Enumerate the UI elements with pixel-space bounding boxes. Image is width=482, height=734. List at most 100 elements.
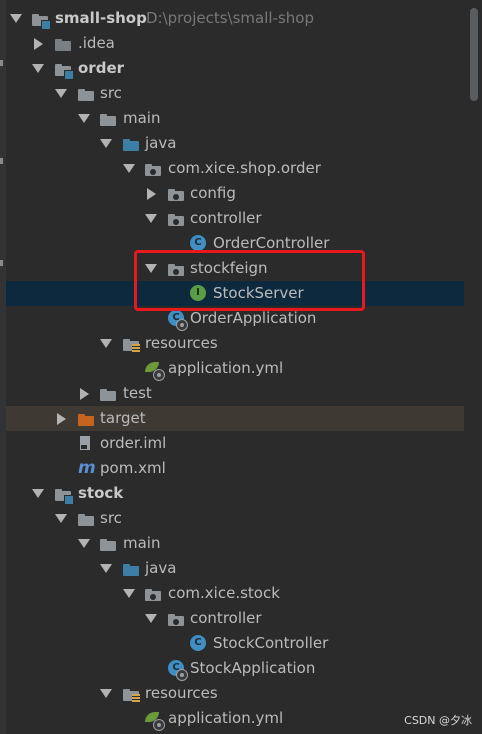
expand-arrow-icon[interactable]	[145, 206, 157, 231]
tree-item-label: src	[100, 509, 122, 527]
tree-item-label: main	[123, 109, 161, 127]
tree-item-label: application.yml	[168, 709, 284, 727]
resources-folder-icon	[123, 681, 141, 706]
tree-row-stock-module[interactable]: stock	[6, 481, 464, 506]
expand-arrow-icon[interactable]	[78, 106, 90, 131]
module-folder-icon	[55, 481, 74, 506]
tree-item-label: java	[145, 134, 177, 152]
expand-arrow-icon[interactable]	[123, 156, 135, 181]
tree-item-label: src	[100, 84, 122, 102]
tree-row-package-order[interactable]: com.xice.shop.order	[6, 156, 464, 181]
vertical-scrollbar[interactable]	[466, 0, 482, 734]
tree-row-resources[interactable]: resources	[6, 681, 464, 706]
folder-icon	[78, 506, 96, 531]
excluded-folder-icon	[78, 406, 96, 431]
tree-row-application-yml[interactable]: application.yml	[6, 706, 464, 731]
folder-icon	[100, 531, 118, 556]
maven-icon: m	[78, 458, 96, 478]
tree-item-label: order	[78, 59, 125, 77]
tree-item-label: StockApplication	[190, 659, 316, 677]
tree-item-label: config	[190, 184, 236, 202]
tree-row-test[interactable]: test	[6, 381, 464, 406]
watermark: CSDN @夕冰	[404, 714, 472, 727]
package-icon	[145, 156, 163, 181]
tree-row-src[interactable]: src	[6, 81, 464, 106]
tree-row-main[interactable]: main	[6, 106, 464, 131]
root-project-label: small-shop	[55, 9, 147, 27]
tree-item-label: pom.xml	[100, 459, 166, 477]
expand-arrow-icon[interactable]	[145, 606, 157, 631]
gutter-marker	[0, 158, 3, 164]
tree-item-label: .idea	[78, 34, 115, 52]
tree-item-label: resources	[145, 684, 218, 702]
iml-file-icon	[78, 431, 96, 456]
expand-arrow-icon[interactable]	[100, 556, 112, 581]
resources-folder-icon	[123, 331, 141, 356]
project-tree: small-shop D:\projects\small-shop .idea …	[6, 0, 464, 734]
expand-arrow-icon[interactable]	[100, 131, 112, 156]
tree-row-config[interactable]: config	[6, 181, 464, 206]
expand-arrow-icon[interactable]	[55, 81, 67, 106]
tree-row-main[interactable]: main	[6, 531, 464, 556]
spring-boot-class-icon: C	[168, 656, 188, 681]
tree-item-label: main	[123, 534, 161, 552]
tree-item-label: application.yml	[168, 359, 284, 377]
package-icon	[168, 181, 186, 206]
tree-item-label: StockController	[213, 634, 329, 652]
scrollbar-thumb[interactable]	[470, 8, 478, 101]
spring-config-icon	[145, 356, 165, 381]
gutter-marker	[0, 260, 3, 266]
tree-row-idea[interactable]: .idea	[6, 31, 464, 56]
collapse-arrow-icon[interactable]	[78, 381, 90, 406]
tree-row-pom-xml[interactable]: m pom.xml	[6, 456, 464, 481]
tree-row-java[interactable]: java	[6, 131, 464, 156]
package-icon	[168, 606, 186, 631]
highlight-box	[134, 250, 365, 311]
tree-row-controller[interactable]: controller	[6, 206, 464, 231]
tree-row-controller[interactable]: controller	[6, 606, 464, 631]
module-folder-icon	[32, 6, 51, 31]
expand-arrow-icon[interactable]	[78, 531, 90, 556]
expand-arrow-icon[interactable]	[123, 581, 135, 606]
tree-item-label: java	[145, 559, 177, 577]
gutter-marker	[0, 60, 3, 66]
expand-arrow-icon[interactable]	[32, 56, 44, 81]
collapse-arrow-icon[interactable]	[145, 181, 157, 206]
expand-arrow-icon[interactable]	[55, 506, 67, 531]
folder-icon	[55, 31, 73, 56]
tree-item-label: order.iml	[100, 434, 167, 452]
package-icon	[168, 206, 186, 231]
tree-item-label: stock	[78, 484, 124, 502]
spring-config-icon	[145, 706, 165, 731]
folder-icon	[100, 106, 118, 131]
tree-row-package-stock[interactable]: com.xice.stock	[6, 581, 464, 606]
folder-icon	[78, 81, 96, 106]
tree-row-target[interactable]: target	[6, 406, 464, 431]
tree-row-order-module[interactable]: order	[6, 56, 464, 81]
source-folder-icon	[123, 556, 141, 581]
collapse-arrow-icon[interactable]	[32, 31, 44, 56]
tree-item-label: com.xice.stock	[168, 584, 280, 602]
tree-row-stock-controller[interactable]: C StockController	[6, 631, 464, 656]
package-icon	[145, 581, 163, 606]
collapse-arrow-icon[interactable]	[55, 406, 67, 431]
tree-row-java[interactable]: java	[6, 556, 464, 581]
expand-arrow-icon[interactable]	[100, 331, 112, 356]
expand-arrow-icon[interactable]	[32, 481, 44, 506]
expand-arrow-icon[interactable]	[10, 6, 22, 31]
tree-row-stock-application[interactable]: C StockApplication	[6, 656, 464, 681]
tree-row-src[interactable]: src	[6, 506, 464, 531]
tree-row-resources[interactable]: resources	[6, 331, 464, 356]
tree-item-label: controller	[190, 209, 262, 227]
class-icon: C	[190, 631, 208, 656]
module-folder-icon	[55, 56, 74, 81]
tree-item-label: test	[123, 384, 152, 402]
expand-arrow-icon[interactable]	[100, 681, 112, 706]
tree-item-label: resources	[145, 334, 218, 352]
tree-item-label: target	[100, 409, 146, 427]
root-project-path: D:\projects\small-shop	[146, 9, 314, 27]
tree-row-application-yml[interactable]: application.yml	[6, 356, 464, 381]
tree-row-order-iml[interactable]: order.iml	[6, 431, 464, 456]
tree-row-small-shop[interactable]: small-shop D:\projects\small-shop	[6, 6, 464, 31]
tree-item-label: controller	[190, 609, 262, 627]
